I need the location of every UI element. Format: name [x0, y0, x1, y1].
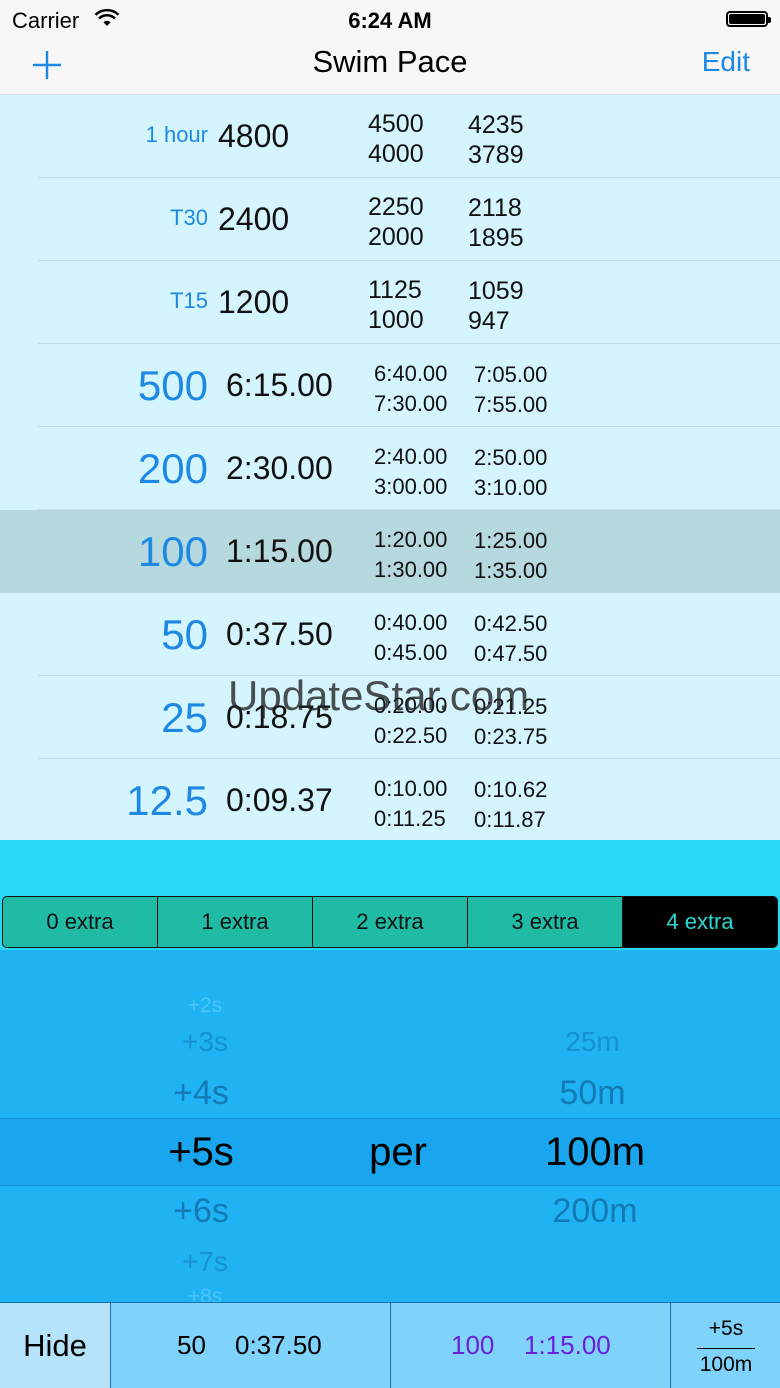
row-extra-c: 0:42.50 [474, 611, 548, 636]
row-pace: 0:18.75 [226, 699, 333, 735]
table-row[interactable]: 25 0:18.75 0:20.00 0:22.50 0:21.25 0:23.… [0, 676, 780, 759]
row-extra-d: 3789 [468, 141, 524, 169]
row-pace: 2400 [218, 201, 290, 237]
rate-distance: 100m [699, 1353, 753, 1376]
picker-seconds-option[interactable]: +6s [126, 1192, 276, 1231]
row-pace: 4800 [218, 118, 290, 154]
row-extra-a: 1:20.00 [374, 527, 448, 552]
row-extra-a: 4500 [368, 110, 424, 138]
row-extra-c: 4235 [468, 111, 524, 139]
row-extra-d: 0:47.50 [474, 641, 548, 666]
row-extra-c: 2118 [468, 194, 522, 222]
row-extra-c: 2:50.00 [474, 445, 548, 470]
current-pace-cell[interactable]: 50 0:37.50 [110, 1303, 390, 1388]
row-extra-b: 0:11.25 [374, 806, 446, 831]
row-extra-d: 0:11.87 [474, 807, 546, 832]
row-extra-d: 7:55.00 [474, 392, 548, 417]
row-distance: 50 [161, 611, 208, 658]
picker-per-label: per [369, 1130, 427, 1174]
row-extra-d: 1:35.00 [474, 558, 548, 583]
row-extra-d: 3:10.00 [474, 475, 548, 500]
row-extra-b: 3:00.00 [374, 474, 448, 499]
row-extra-b: 1:30.00 [374, 557, 448, 582]
row-distance: 100 [137, 528, 208, 575]
picker-seconds-option[interactable]: +2s [130, 994, 280, 1018]
row-extra-a: 0:40.00 [374, 610, 448, 635]
picker-seconds-option[interactable]: +4s [126, 1074, 276, 1113]
segment-1-extra[interactable]: 1 extra [157, 897, 312, 947]
row-pace: 6:15.00 [226, 367, 333, 403]
hide-button[interactable]: Hide [0, 1303, 110, 1388]
selected-time: 1:15.00 [524, 1330, 611, 1360]
row-pace: 1200 [218, 284, 290, 320]
segment-0-extra[interactable]: 0 extra [3, 897, 157, 947]
current-time: 0:37.50 [235, 1330, 322, 1360]
row-distance: 25 [161, 694, 208, 741]
row-pace: 1:15.00 [226, 533, 333, 569]
row-extra-b: 7:30.00 [374, 391, 448, 416]
battery-icon [726, 11, 771, 27]
row-distance: 500 [137, 362, 208, 409]
row-extra-b: 2000 [368, 223, 424, 251]
table-row[interactable]: 12.5 0:09.37 0:10.00 0:11.25 0:10.62 0:1… [0, 759, 780, 842]
page-title: Swim Pace [312, 44, 468, 79]
row-extra-a: 0:20.00 [374, 693, 448, 718]
row-distance: T30 [170, 205, 208, 230]
picker-distance-option[interactable]: 50m [515, 1074, 670, 1113]
row-extra-c: 0:10.62 [474, 777, 548, 802]
picker-distance-option[interactable]: 25m [515, 1026, 670, 1058]
table-row[interactable]: 50 0:37.50 0:40.00 0:45.00 0:42.50 0:47.… [0, 593, 780, 676]
row-distance: 12.5 [126, 777, 208, 824]
segment-2-extra[interactable]: 2 extra [312, 897, 467, 947]
row-extra-b: 1000 [368, 306, 424, 334]
picker-seconds-selected[interactable]: +5s [126, 1130, 276, 1175]
table-row-selected[interactable]: 100 1:15.00 1:20.00 1:30.00 1:25.00 1:35… [0, 510, 780, 593]
navigation-bar: Swim Pace Edit [0, 40, 780, 95]
picker-seconds-option[interactable]: +8s [130, 1285, 280, 1302]
table-row[interactable]: 1 hour 4800 4500 4000 4235 3789 [0, 95, 780, 178]
table-row[interactable]: T15 1200 1125 1000 1059 947 [0, 261, 780, 344]
table-row[interactable]: 200 2:30.00 2:40.00 3:00.00 2:50.00 3:10… [0, 427, 780, 510]
row-extra-c: 0:21.25 [474, 694, 548, 719]
status-bar: Carrier 6:24 AM [0, 0, 780, 40]
row-pace: 2:30.00 [226, 450, 333, 486]
edit-button[interactable]: Edit [702, 44, 750, 80]
row-extra-a: 1125 [368, 276, 422, 304]
picker-seconds-option[interactable]: +3s [130, 1026, 280, 1058]
row-extra-c: 1059 [468, 277, 524, 305]
row-extra-d: 0:23.75 [474, 724, 548, 749]
segment-4-extra[interactable]: 4 extra [622, 897, 777, 947]
row-pace: 0:09.37 [226, 782, 333, 818]
picker-distance-selected[interactable]: 100m [515, 1130, 675, 1175]
table-row[interactable]: T30 2400 2250 2000 2118 1895 [0, 178, 780, 261]
extra-rate-cell[interactable]: +5s 100m [670, 1303, 780, 1388]
row-extra-a: 2:40.00 [374, 444, 448, 469]
row-distance: T15 [170, 288, 208, 313]
segment-3-extra[interactable]: 3 extra [467, 897, 622, 947]
row-extra-a: 6:40.00 [374, 361, 448, 386]
current-distance: 50 [177, 1330, 206, 1360]
row-extra-b: 4000 [368, 140, 424, 168]
row-extra-d: 1895 [468, 224, 524, 252]
row-pace: 0:37.50 [226, 616, 333, 652]
clock: 6:24 AM [348, 8, 432, 33]
row-extra-c: 7:05.00 [474, 362, 548, 387]
bottom-bar: Hide 50 0:37.50 100 1:15.00 +5s 100m [0, 1302, 780, 1388]
extra-segmented-control: 0 extra 1 extra 2 extra 3 extra 4 extra [2, 896, 778, 948]
selected-distance: 100 [451, 1330, 495, 1360]
row-extra-a: 2250 [368, 193, 424, 221]
row-extra-c: 1:25.00 [474, 528, 548, 553]
picker-seconds-option[interactable]: +7s [130, 1246, 280, 1278]
row-distance: 200 [137, 445, 208, 492]
rate-seconds: +5s [708, 1317, 744, 1340]
table-row[interactable]: 500 6:15.00 6:40.00 7:30.00 7:05.00 7:55… [0, 344, 780, 427]
selected-pace-cell[interactable]: 100 1:15.00 [390, 1303, 670, 1388]
row-extra-b: 0:45.00 [374, 640, 448, 665]
row-distance: 1 hour [145, 122, 208, 147]
row-extra-d: 947 [468, 307, 510, 335]
row-extra-b: 0:22.50 [374, 723, 448, 748]
row-extra-a: 0:10.00 [374, 776, 448, 801]
pace-table: 1 hour 4800 4500 4000 4235 3789 T30 2400… [0, 95, 780, 840]
picker-distance-option[interactable]: 200m [515, 1192, 675, 1231]
